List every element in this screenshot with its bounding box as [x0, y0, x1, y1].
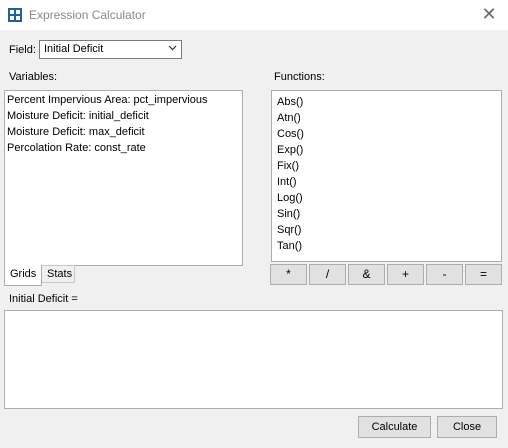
equals-button[interactable]: =: [465, 264, 502, 285]
function-list-item[interactable]: Sin(): [275, 206, 501, 222]
variables-label: Variables:: [9, 71, 58, 83]
variable-list-item[interactable]: Moisture Deficit: max_deficit: [5, 124, 242, 140]
variable-list-item[interactable]: Percent Impervious Area: pct_impervious: [5, 92, 242, 108]
calculate-button[interactable]: Calculate: [358, 416, 431, 438]
divide-button[interactable]: /: [309, 264, 346, 285]
tab-grids[interactable]: Grids: [4, 265, 42, 286]
function-list-item[interactable]: Atn(): [275, 110, 501, 126]
function-list-item[interactable]: Log(): [275, 190, 501, 206]
expression-label: Initial Deficit =: [9, 293, 78, 305]
function-list-item[interactable]: Int(): [275, 174, 501, 190]
plus-button[interactable]: +: [387, 264, 424, 285]
functions-label: Functions:: [274, 71, 325, 83]
variables-list[interactable]: Percent Impervious Area: pct_impervious M…: [4, 90, 243, 266]
window-title: Expression Calculator: [29, 8, 146, 22]
function-list-item[interactable]: Fix(): [275, 158, 501, 174]
minus-button[interactable]: -: [426, 264, 463, 285]
function-list-item[interactable]: Exp(): [275, 142, 501, 158]
close-button[interactable]: Close: [437, 416, 497, 438]
title-bar[interactable]: Expression Calculator ✕: [0, 0, 508, 30]
close-icon[interactable]: ✕: [476, 2, 502, 28]
chevron-down-icon: [168, 45, 177, 51]
expression-calculator-window: Expression Calculator ✕ Field: Initial D…: [0, 0, 508, 448]
concat-button[interactable]: &: [348, 264, 385, 285]
field-select-value: Initial Deficit: [44, 43, 104, 55]
function-list-item[interactable]: Sqr(): [275, 222, 501, 238]
field-select[interactable]: Initial Deficit: [39, 40, 182, 59]
variable-list-item[interactable]: Percolation Rate: const_rate: [5, 140, 242, 156]
tab-stats[interactable]: Stats: [42, 265, 75, 283]
function-list-item[interactable]: Cos(): [275, 126, 501, 142]
function-list-item[interactable]: Abs(): [275, 94, 501, 110]
variable-list-item[interactable]: Moisture Deficit: initial_deficit: [5, 108, 242, 124]
function-list-item[interactable]: Tan(): [275, 238, 501, 254]
multiply-button[interactable]: *: [270, 264, 307, 285]
expression-input[interactable]: [4, 310, 503, 409]
field-label: Field:: [9, 44, 36, 56]
functions-list[interactable]: Abs() Atn() Cos() Exp() Fix() Int() Log() Sin()…: [271, 90, 502, 262]
calculator-icon: [8, 8, 22, 22]
